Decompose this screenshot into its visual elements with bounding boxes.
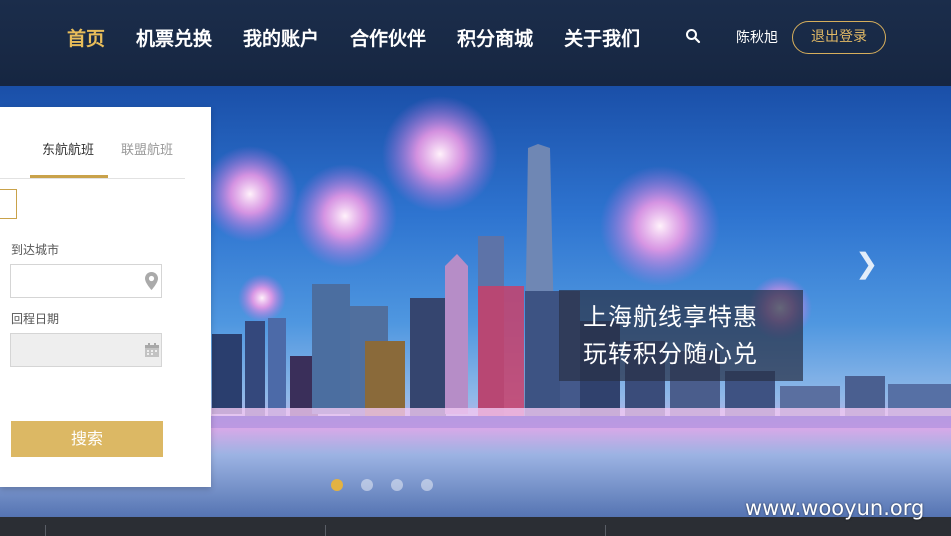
tab-eastern-flights[interactable]: 东航航班	[42, 143, 94, 159]
next-slide-arrow-icon[interactable]: ❯	[855, 246, 878, 282]
carousel-dot-1[interactable]	[331, 479, 343, 491]
watermark: www.wooyun.org	[745, 496, 925, 520]
slogan-line-1: 上海航线享特惠	[583, 303, 758, 331]
main-nav: 首页 机票兑换 我的账户 合作伙伴 积分商城 关于我们	[67, 25, 671, 55]
arrive-city-label: 到达城市	[11, 243, 60, 257]
user-name[interactable]: 陈秋旭	[736, 29, 778, 47]
carousel-dot-3[interactable]	[391, 479, 403, 491]
slogan-line-2: 玩转积分随心兑	[583, 340, 758, 368]
tab-alliance-flights[interactable]: 联盟航班	[121, 143, 173, 159]
return-date-input[interactable]	[10, 333, 162, 367]
flight-search-panel: 东航航班 联盟航班 到达城市 回程日期 搜索	[0, 107, 211, 487]
tab-divider	[0, 178, 185, 179]
bottom-divider	[605, 525, 606, 536]
arrive-city-input[interactable]	[10, 264, 162, 298]
search-icon[interactable]	[685, 28, 701, 44]
nav-my-account[interactable]: 我的账户	[243, 25, 319, 55]
location-pin-icon	[145, 272, 158, 290]
nav-home[interactable]: 首页	[67, 25, 105, 55]
carousel-dot-4[interactable]	[421, 479, 433, 491]
carousel-dot-2[interactable]	[361, 479, 373, 491]
carousel-dots	[331, 479, 451, 491]
bottom-divider	[45, 525, 46, 536]
logout-button[interactable]: 退出登录	[792, 21, 886, 54]
search-button[interactable]: 搜索	[11, 421, 163, 457]
departure-city-input[interactable]	[0, 189, 17, 219]
nav-ticket-exchange[interactable]: 机票兑换	[136, 25, 212, 55]
calendar-icon	[145, 343, 159, 357]
promo-slogan: 上海航线享特惠 玩转积分随心兑	[559, 290, 803, 381]
bottom-divider	[325, 525, 326, 536]
nav-about-us[interactable]: 关于我们	[564, 25, 640, 55]
return-date-label: 回程日期	[11, 312, 60, 326]
top-header: 首页 机票兑换 我的账户 合作伙伴 积分商城 关于我们 陈秋旭 退出登录	[0, 0, 951, 86]
nav-points-mall[interactable]: 积分商城	[457, 25, 533, 55]
nav-partners[interactable]: 合作伙伴	[350, 25, 426, 55]
